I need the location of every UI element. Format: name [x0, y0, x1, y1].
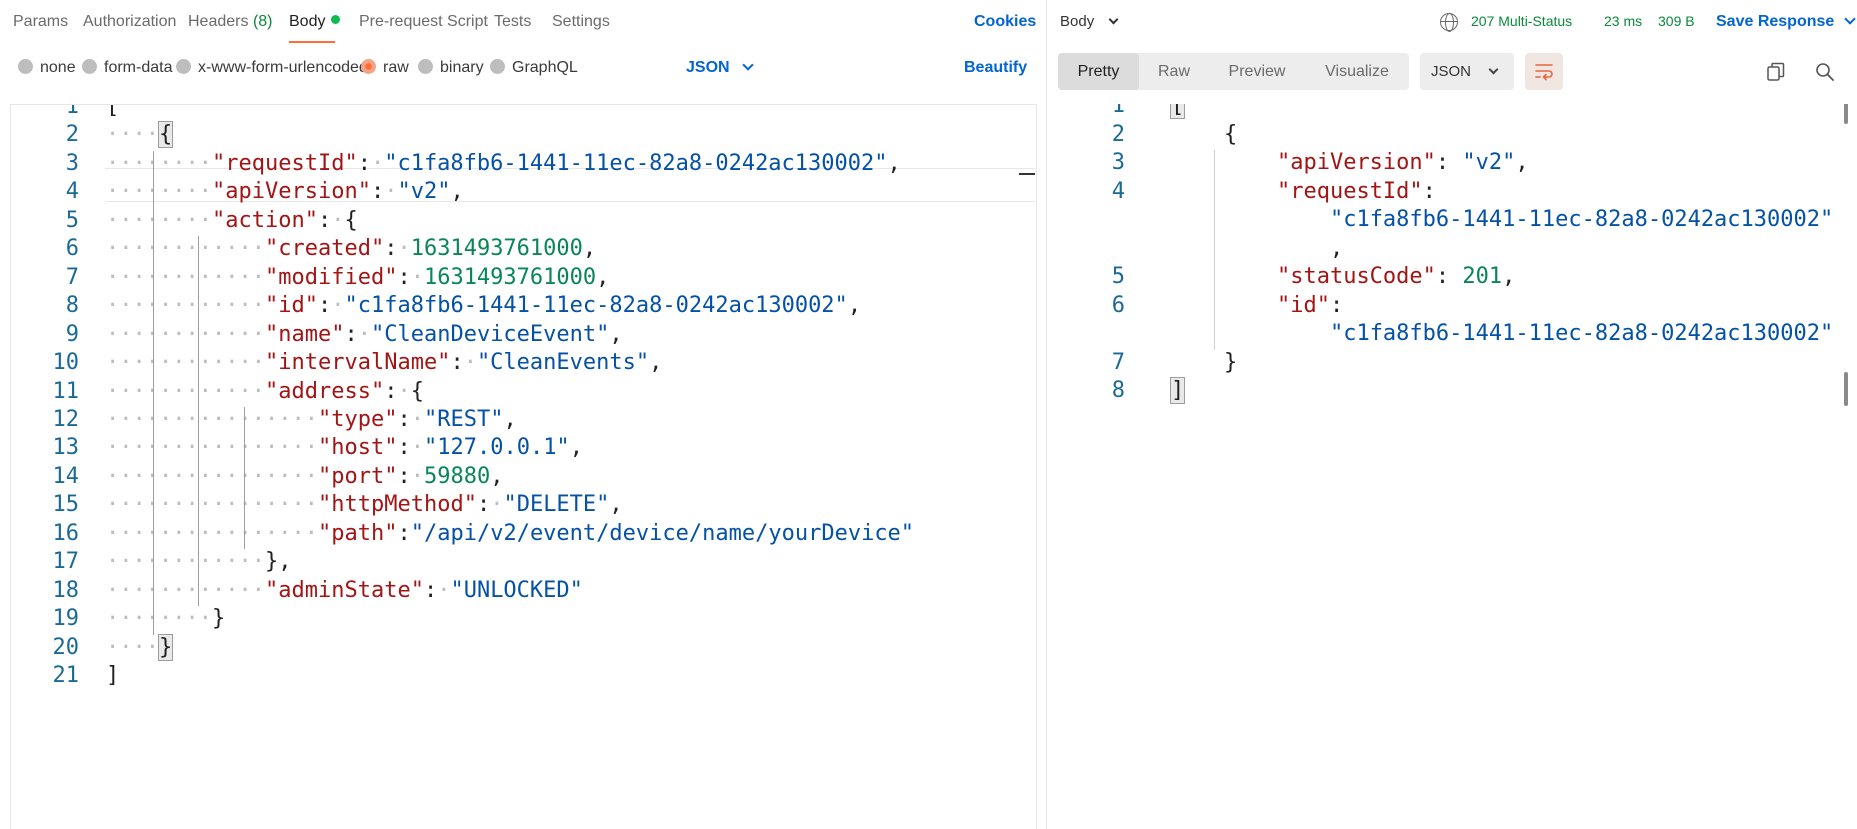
body-modified-dot [331, 15, 341, 24]
radio-urlencoded-label: x-www-form-urlencoded [198, 59, 368, 76]
code-text: ] [106, 663, 120, 688]
line-number: 21 [52, 663, 80, 688]
radio-graphql-label: GraphQL [512, 59, 578, 76]
response-code-line: 8] [1047, 374, 1857, 408]
radio-x-www-form-urlencoded[interactable]: x-www-form-urlencoded [176, 59, 368, 77]
request-tabs: Params Authorization Headers (8) Body Pr… [0, 0, 1046, 46]
request-pane: Params Authorization Headers (8) Body Pr… [0, 0, 1046, 829]
indent-guide [198, 236, 200, 607]
request-body-editor[interactable]: 1[2 ····{3 ········"requestId":·"c1fa8fb6-… [10, 104, 1037, 829]
response-format-dropdown[interactable]: JSON [1420, 53, 1514, 90]
tab-params[interactable]: Params [13, 13, 68, 31]
tab-authorization[interactable]: Authorization [83, 13, 176, 31]
view-tab-raw[interactable]: Raw [1139, 53, 1209, 90]
radio-urlencoded-circle [176, 59, 191, 74]
wrap-lines-button[interactable] [1525, 53, 1563, 90]
response-header: Body 207 Multi-Status 23 ms 309 B Save R… [1047, 0, 1857, 46]
radio-raw-label: raw [383, 59, 409, 76]
radio-binary-label: binary [440, 59, 484, 76]
radio-graphql-circle [490, 59, 505, 74]
tab-pre-request-script[interactable]: Pre-request Script [359, 13, 488, 31]
response-size[interactable]: 309 B [1658, 13, 1695, 29]
tab-settings[interactable]: Settings [552, 13, 610, 31]
view-tab-visualize[interactable]: Visualize [1305, 53, 1409, 90]
chevron-down-icon [1844, 13, 1856, 25]
radio-form-data-circle [82, 59, 97, 74]
response-time[interactable]: 23 ms [1604, 13, 1642, 29]
tab-body[interactable]: Body [289, 13, 341, 31]
view-tab-preview[interactable]: Preview [1209, 53, 1305, 90]
radio-graphql[interactable]: GraphQL [490, 59, 578, 77]
response-view-tabs: Pretty Raw Preview Visualize [1058, 53, 1409, 90]
search-button[interactable] [1813, 60, 1837, 84]
radio-form-data[interactable]: form-data [82, 59, 172, 77]
indent-guide [243, 406, 245, 550]
wrap-lines-icon [1535, 64, 1553, 81]
chevron-down-icon [1108, 14, 1119, 25]
tab-headers[interactable]: Headers (8) [188, 13, 273, 31]
status-code[interactable]: 207 Multi-Status [1471, 13, 1572, 29]
indent-guide [153, 150, 155, 635]
tab-headers-label: Headers [188, 13, 249, 30]
radio-raw-circle [361, 59, 376, 74]
response-pane: Body 207 Multi-Status 23 ms 309 B Save R… [1046, 0, 1857, 829]
view-tab-pretty[interactable]: Pretty [1058, 53, 1139, 90]
body-language-dropdown[interactable]: JSON [686, 59, 754, 77]
line-number: 8 [1111, 378, 1125, 403]
cookies-link[interactable]: Cookies [974, 13, 1036, 31]
copy-button[interactable] [1764, 60, 1788, 84]
chevron-down-icon [1488, 64, 1499, 75]
response-format-label: JSON [1431, 63, 1472, 80]
radio-none-label: none [40, 59, 76, 76]
response-body-viewer[interactable]: 1[2 {3 "apiVersion": "v2", 4 "requestId":… [1047, 104, 1857, 829]
radio-raw[interactable]: raw [361, 59, 409, 77]
response-section-label: Body [1060, 13, 1095, 30]
response-section-dropdown[interactable]: Body [1060, 13, 1119, 30]
radio-binary[interactable]: binary [418, 59, 484, 77]
request-code-line: 21] [11, 659, 1036, 693]
save-response-button[interactable]: Save Response [1716, 13, 1856, 31]
tab-tests[interactable]: Tests [494, 13, 531, 31]
search-icon [1816, 63, 1834, 81]
body-type-selector: none form-data x-www-form-urlencoded raw… [0, 54, 1046, 84]
tab-body-label: Body [289, 13, 326, 30]
code-text: ] [1169, 377, 1186, 404]
active-tab-indicator [289, 41, 335, 43]
radio-binary-circle [418, 59, 433, 74]
radio-form-data-label: form-data [104, 59, 173, 76]
save-response-label: Save Response [1716, 13, 1835, 30]
beautify-button[interactable]: Beautify [964, 59, 1027, 77]
headers-count: (8) [252, 13, 273, 30]
radio-none-circle [18, 59, 33, 74]
radio-none[interactable]: none [18, 59, 76, 77]
body-language-label: JSON [686, 59, 730, 76]
chevron-down-icon [741, 59, 754, 71]
indent-guide [1214, 150, 1216, 350]
copy-icon [1767, 62, 1785, 81]
globe-icon[interactable] [1440, 13, 1458, 32]
